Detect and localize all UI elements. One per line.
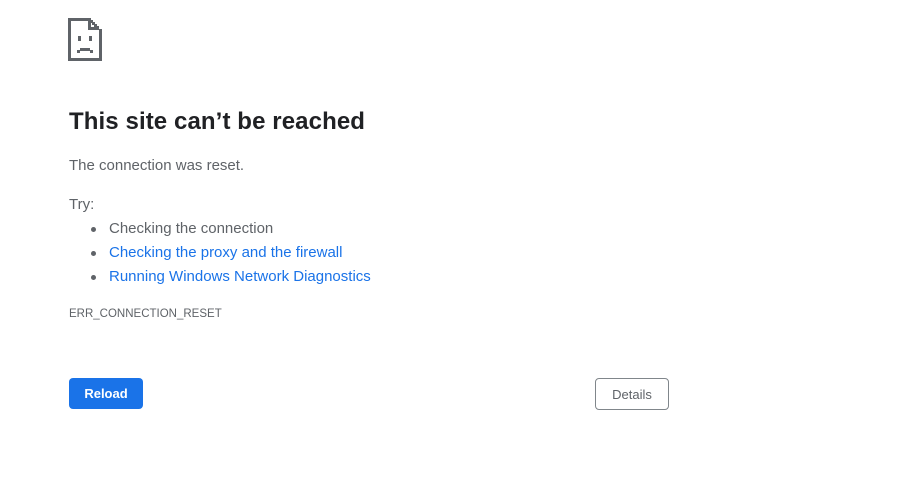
error-page: This site can’t be reached The connectio… bbox=[0, 0, 903, 488]
try-label: Try: bbox=[69, 196, 95, 213]
suggestions-list: Checking the connection Checking the pro… bbox=[69, 219, 371, 291]
sad-document-icon bbox=[68, 18, 102, 61]
error-message: The connection was reset. bbox=[69, 157, 245, 174]
suggestion-check-connection: Checking the connection bbox=[69, 219, 371, 243]
suggestion-check-proxy-firewall-link[interactable]: Checking the proxy and the firewall bbox=[69, 243, 371, 267]
error-code: ERR_CONNECTION_RESET bbox=[69, 308, 222, 320]
reload-button[interactable]: Reload bbox=[69, 378, 143, 409]
page-title: This site can’t be reached bbox=[69, 108, 366, 135]
suggestion-network-diagnostics-link[interactable]: Running Windows Network Diagnostics bbox=[69, 267, 371, 291]
details-button[interactable]: Details bbox=[595, 378, 669, 410]
